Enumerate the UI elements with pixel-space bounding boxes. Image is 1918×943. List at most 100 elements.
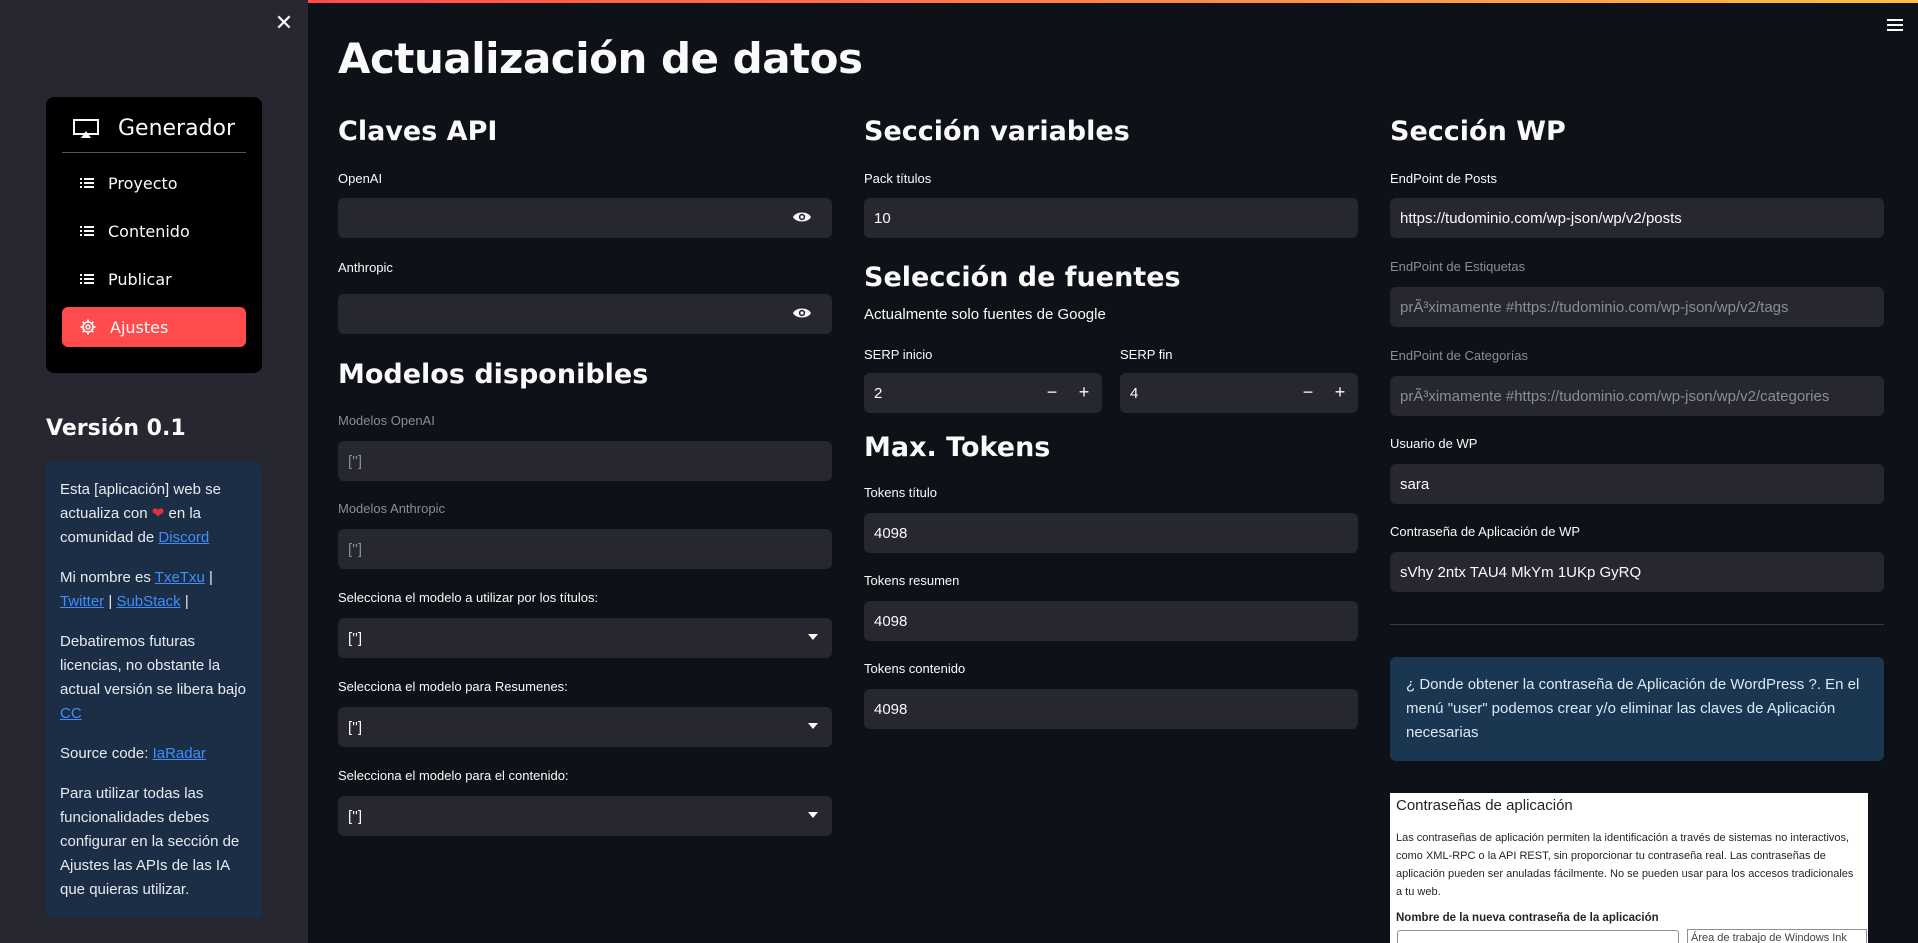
close-sidebar-icon[interactable]: ✕ [272,12,296,36]
version-heading: Versión 0.1 [46,416,186,441]
info-box: Esta [aplicación] web se actualiza con ❤… [46,462,262,918]
info-text: Mi nombre es [60,569,151,586]
separator: | [184,593,189,610]
wp-user-input[interactable]: sara [1390,464,1884,504]
anthropic-models-field: [''] [338,529,832,569]
tokens-summary-label: Tokens resumen [864,573,960,588]
top-decoration-bar [308,0,1918,3]
screen-cast-icon [73,118,99,138]
wp-heading: Sección WP [1390,116,1566,147]
column-wp: Sección WP EndPoint de Posts https://tud… [1390,116,1884,761]
tokens-summary-input[interactable]: 4098 [864,601,1358,641]
tokens-content-label: Tokens contenido [864,661,966,676]
serp-end-label: SERP fin [1120,347,1173,362]
eye-icon[interactable] [792,305,812,321]
info-text: Source code: [60,745,149,762]
page-title: Actualización de datos [338,34,863,83]
wp-user-label: Usuario de WP [1390,436,1478,451]
increment-button[interactable]: + [1068,373,1100,413]
image-side-box: Área de trabajo de Windows Ink [1687,929,1867,943]
image-paragraph: Las contraseñas de aplicación permiten l… [1396,832,1854,898]
info-paragraph-license: Debatiremos futuras licencias, no obstan… [60,630,248,726]
info-paragraph-usage: Para utilizar todas las funcionalidades … [60,785,240,898]
info-paragraph-source: Source code: IaRadar [60,742,248,766]
pack-titles-input[interactable]: 10 [864,198,1358,238]
models-heading: Modelos disponibles [338,359,649,390]
pack-titles-label: Pack títulos [864,171,932,186]
serp-start-stepper[interactable]: 2 − + [864,373,1102,413]
posts-endpoint-input[interactable]: https://tudominio.com/wp-json/wp/v2/post… [1390,198,1884,238]
nav-item-label: Ajustes [110,317,169,337]
tokens-content-input[interactable]: 4098 [864,689,1358,729]
decrement-button[interactable]: − [1036,373,1068,413]
iaradar-link[interactable]: IaRadar [153,745,206,762]
info-text: Debatiremos futuras licencias, no obstan… [60,633,246,698]
nav-menu-title: Generador [62,111,246,153]
info-paragraph-author: Mi nombre es TxeTxu | Twitter | SubStack… [60,566,248,614]
openai-key-input[interactable] [338,198,832,238]
content-model-select[interactable]: [''] [338,796,832,836]
tags-endpoint-label: EndPoint de Estiquetas [1390,259,1526,274]
twitter-link[interactable]: Twitter [60,593,104,610]
nav-menu: Generador Proyecto Contenido Publicar Aj… [46,97,262,373]
openai-key-label: OpenAI [338,171,383,186]
anthropic-key-input[interactable] [338,294,832,334]
nav-item-ajustes[interactable]: Ajustes [62,307,246,347]
serp-end-value: 4 [1130,384,1139,402]
openai-models-label: Modelos OpenAI [338,413,435,428]
increment-button[interactable]: + [1324,373,1356,413]
chevron-down-icon [808,723,818,729]
separator: | [208,569,213,586]
gear-icon [80,319,96,335]
substack-link[interactable]: SubStack [116,593,180,610]
list-icon [80,226,94,236]
select-value: [''] [348,629,363,647]
info-paragraph-community: Esta [aplicación] web se actualiza con ❤… [60,478,248,550]
column-variables: Sección variables Pack títulos 10 Selecc… [864,116,1358,729]
column-api-models: Claves API OpenAI Anthropic Modelos disp… [338,116,832,836]
api-keys-heading: Claves API [338,116,498,147]
wp-password-info-callout: ¿ Donde obtener la contraseña de Aplicac… [1390,657,1884,761]
chevron-down-icon [808,812,818,818]
sidebar: ✕ Generador Proyecto Contenido Publicar [0,0,308,943]
nav-item-contenido[interactable]: Contenido [62,211,246,251]
nav-item-publicar[interactable]: Publicar [62,259,246,299]
serp-end-stepper[interactable]: 4 − + [1120,373,1358,413]
list-icon [80,178,94,188]
wp-password-input[interactable]: sVhy 2ntx TAU4 MkYm 1UKp GyRQ [1390,552,1884,592]
tokens-title-input[interactable]: 4098 [864,513,1358,553]
wp-password-label: Contraseña de Aplicación de WP [1390,524,1581,539]
nav-item-label: Contenido [108,221,190,241]
max-tokens-heading: Max. Tokens [864,432,1051,463]
heart-icon: ❤ [151,505,165,522]
image-text-field [1397,930,1679,943]
cc-link[interactable]: CC [60,705,82,722]
variables-heading: Sección variables [864,116,1130,147]
titles-model-label: Selecciona el modelo a utilizar por los … [338,590,599,605]
serp-start-label: SERP inicio [864,347,933,362]
txetxu-link[interactable]: TxeTxu [155,569,205,586]
hamburger-menu-icon[interactable] [1886,18,1904,32]
discord-link[interactable]: Discord [158,529,209,546]
tokens-title-label: Tokens título [864,485,937,500]
wordpress-app-passwords-image: Contraseñas de aplicación Las contraseña… [1390,793,1868,943]
image-field-label: Nombre de la nueva contraseña de la apli… [1396,912,1659,924]
titles-model-select[interactable]: [''] [338,618,832,658]
image-title: Contraseñas de aplicación [1396,797,1573,814]
eye-icon[interactable] [792,209,812,225]
nav-item-label: Proyecto [108,173,178,193]
serp-start-value: 2 [874,384,883,402]
nav-item-proyecto[interactable]: Proyecto [62,163,246,203]
chevron-down-icon [808,634,818,640]
sources-heading: Selección de fuentes [864,262,1181,293]
summary-model-label: Selecciona el modelo para Resumenes: [338,679,568,694]
sources-note: Actualmente solo fuentes de Google [864,306,1106,323]
select-value: [''] [348,807,363,825]
tags-endpoint-field: prÃ³ximamente #https://tudominio.com/wp-… [1390,287,1884,327]
separator: | [108,593,113,610]
categories-endpoint-field: prÃ³ximamente #https://tudominio.com/wp-… [1390,376,1884,416]
content-model-label: Selecciona el modelo para el contenido: [338,768,569,783]
select-value: [''] [348,718,363,736]
summary-model-select[interactable]: [''] [338,707,832,747]
decrement-button[interactable]: − [1292,373,1324,413]
